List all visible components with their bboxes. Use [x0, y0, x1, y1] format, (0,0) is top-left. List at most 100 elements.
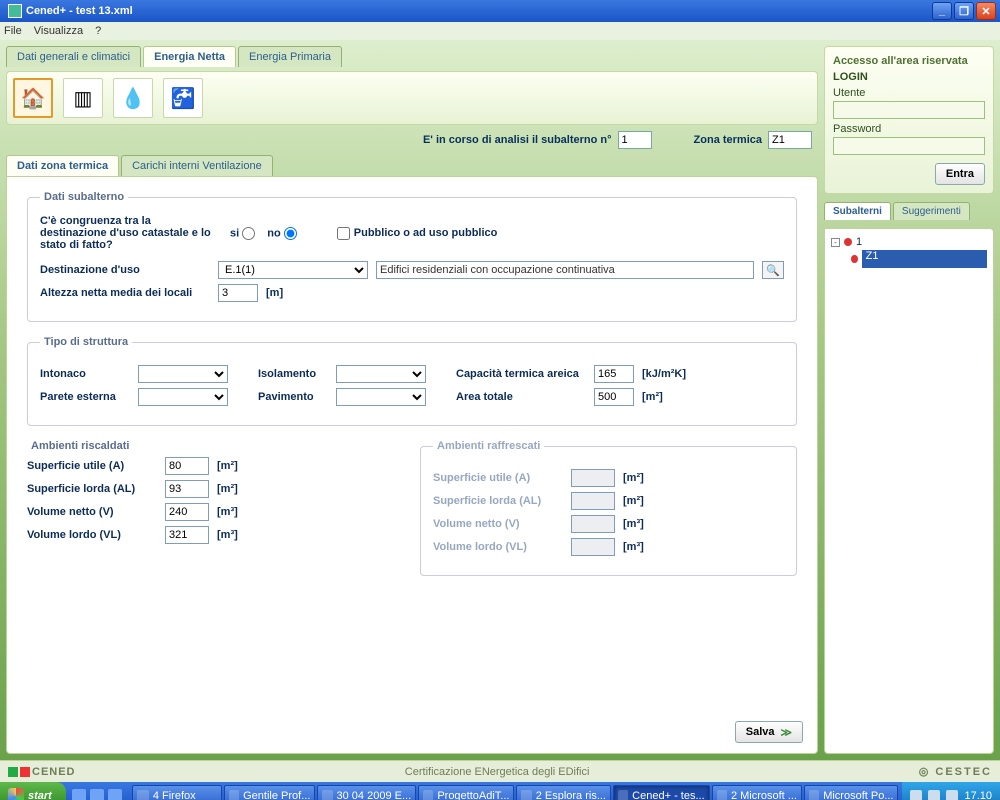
tree-child-node[interactable]: Z1: [851, 249, 987, 269]
amb-cool-legend: Ambienti raffrescati: [433, 440, 544, 452]
form-area: Dati zona termica Carichi interni Ventil…: [6, 155, 818, 754]
radio-no-label[interactable]: no: [267, 227, 297, 240]
menu-bar: File Visualizza ?: [0, 22, 1000, 40]
pavimento-select[interactable]: [336, 388, 426, 406]
sup-utile-input[interactable]: [165, 457, 209, 475]
start-button[interactable]: start: [0, 782, 66, 800]
login-enter-button[interactable]: Entra: [935, 163, 985, 185]
main-tab-strip: Dati generali e climatici Energia Netta …: [6, 46, 818, 67]
menu-file[interactable]: File: [4, 25, 22, 37]
tab-energia-netta[interactable]: Energia Netta: [143, 46, 236, 67]
footer: CENED Certificazione ENergetica degli ED…: [0, 760, 1000, 782]
house-icon[interactable]: 🏠: [13, 78, 53, 118]
analysis-line: E' in corso di analisi il subalterno n° …: [6, 129, 818, 151]
pubblico-checkbox-label[interactable]: Pubblico o ad uso pubblico: [337, 227, 498, 240]
radio-si[interactable]: [242, 227, 255, 240]
tree-collapse-icon[interactable]: -: [831, 238, 840, 247]
parete-select[interactable]: [138, 388, 228, 406]
capacita-input[interactable]: [594, 365, 634, 383]
taskbar-item-label: Gentile Prof...: [243, 790, 310, 800]
minimize-button[interactable]: _: [932, 2, 952, 20]
app-icon: [322, 790, 332, 800]
radio-si-label[interactable]: si: [230, 227, 255, 240]
cool-sup-utile-label: Superficie utile (A): [433, 472, 563, 484]
taskbar-item[interactable]: ProgettoAdiT...: [418, 785, 514, 800]
pubblico-checkbox[interactable]: [337, 227, 350, 240]
water-icon[interactable]: 💧: [113, 78, 153, 118]
tab-dati-generali[interactable]: Dati generali e climatici: [6, 46, 141, 67]
maximize-button[interactable]: ❐: [954, 2, 974, 20]
close-button[interactable]: ✕: [976, 2, 996, 20]
sup-lorda-unit: [m²]: [217, 483, 238, 495]
sup-lorda-label: Superficie lorda (AL): [27, 483, 157, 495]
tray-icon[interactable]: [928, 790, 940, 800]
analysis-label: E' in corso di analisi il subalterno n°: [423, 134, 612, 146]
altezza-unit: [m]: [266, 287, 283, 299]
vol-netto-unit: [m³]: [217, 506, 238, 518]
intonaco-select[interactable]: [138, 365, 228, 383]
tab-suggerimenti[interactable]: Suggerimenti: [893, 202, 970, 220]
altezza-input[interactable]: [218, 284, 258, 302]
taskbar-item[interactable]: 2 Esplora ris...: [516, 785, 611, 800]
vol-netto-input[interactable]: [165, 503, 209, 521]
cool-sup-utile-input: [571, 469, 615, 487]
bullet-icon: [851, 255, 858, 263]
taskbar-item[interactable]: 2 Microsoft ...: [712, 785, 802, 800]
login-pass-label: Password: [833, 123, 985, 135]
isolamento-select[interactable]: [336, 365, 426, 383]
window-icon[interactable]: ▥: [63, 78, 103, 118]
bullet-icon: [844, 238, 852, 246]
faucet-icon[interactable]: 🚰: [163, 78, 203, 118]
menu-help[interactable]: ?: [95, 25, 101, 37]
taskbar-item-label: ProgettoAdiT...: [437, 790, 509, 800]
ql-icon[interactable]: [90, 789, 104, 800]
area-unit: [m²]: [642, 391, 663, 403]
dest-uso-select[interactable]: E.1(1): [218, 261, 368, 279]
tree-root-node[interactable]: - 1: [831, 235, 987, 249]
brand-logo: CENED: [8, 766, 76, 778]
app-icon: [717, 790, 727, 800]
ql-icon[interactable]: [108, 789, 122, 800]
taskbar-item[interactable]: Cened+ - tes...: [613, 785, 710, 800]
subalterno-number-input[interactable]: [618, 131, 652, 149]
ql-icon[interactable]: [72, 789, 86, 800]
left-column: Dati generali e climatici Energia Netta …: [6, 46, 818, 754]
zona-termica-input[interactable]: [768, 131, 812, 149]
sup-utile-unit: [m²]: [217, 460, 238, 472]
taskbar-item[interactable]: Gentile Prof...: [224, 785, 316, 800]
window-title: Cened+ - test 13.xml: [4, 4, 932, 18]
taskbar-items: 4 Firefox Gentile Prof... 30 04 2009 E... P…: [128, 785, 903, 800]
pavimento-label: Pavimento: [258, 391, 328, 403]
fieldset-tipo-struttura: Tipo di struttura Intonaco Parete estern…: [27, 336, 797, 426]
tab-dati-zona-termica[interactable]: Dati zona termica: [6, 155, 119, 176]
area-input[interactable]: [594, 388, 634, 406]
right-column: Accesso all'area riservata LOGIN Utente …: [824, 46, 994, 754]
zone-label: Zona termica: [694, 134, 762, 146]
tab-energia-primaria[interactable]: Energia Primaria: [238, 46, 342, 67]
sup-lorda-input[interactable]: [165, 480, 209, 498]
form-panel: Dati subalterno C'è congruenza tra la de…: [6, 176, 818, 754]
tray-icon[interactable]: [910, 790, 922, 800]
menu-view[interactable]: Visualizza: [34, 25, 83, 37]
radio-no[interactable]: [284, 227, 297, 240]
taskbar-item-label: 2 Esplora ris...: [536, 790, 606, 800]
taskbar-item[interactable]: Microsoft Po...: [804, 785, 899, 800]
capacita-unit: [kJ/m²K]: [642, 368, 686, 380]
vol-lordo-input[interactable]: [165, 526, 209, 544]
tab-subalterni[interactable]: Subalterni: [824, 202, 891, 220]
toolbar: 🏠 ▥ 💧 🚰: [6, 71, 818, 125]
vol-lordo-label: Volume lordo (VL): [27, 529, 157, 541]
login-user-input[interactable]: [833, 101, 985, 119]
login-sub: LOGIN: [833, 71, 985, 83]
pubblico-text: Pubblico o ad uso pubblico: [354, 227, 498, 239]
search-icon[interactable]: 🔍: [762, 261, 784, 279]
tray-icon[interactable]: [946, 790, 958, 800]
login-user-label: Utente: [833, 87, 985, 99]
save-button[interactable]: Salva ≫: [735, 721, 803, 743]
taskbar-item[interactable]: 30 04 2009 E...: [317, 785, 416, 800]
login-pass-input[interactable]: [833, 137, 985, 155]
taskbar-item[interactable]: 4 Firefox: [132, 785, 222, 800]
tab-carichi-ventilazione[interactable]: Carichi interni Ventilazione: [121, 155, 273, 176]
amb-heat-legend: Ambienti riscaldati: [27, 440, 133, 452]
vol-lordo-unit: [m³]: [217, 529, 238, 541]
